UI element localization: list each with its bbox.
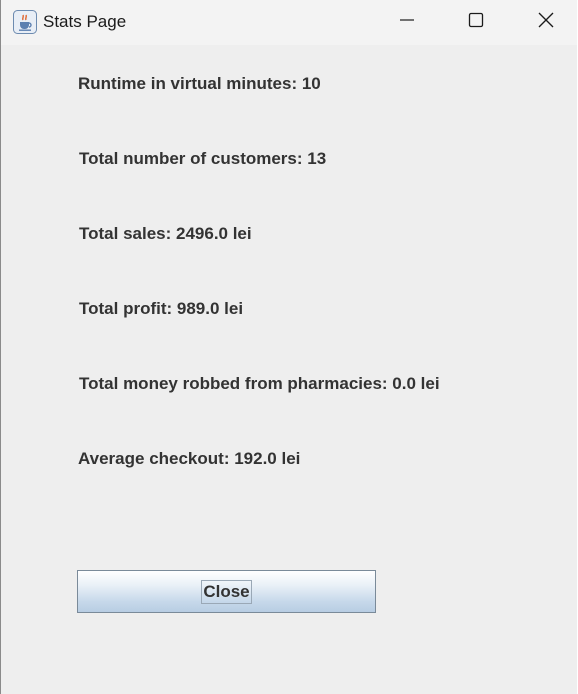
stats-panel: Runtime in virtual minutes: 10 Total num… [1, 45, 577, 694]
minimize-icon [399, 12, 415, 33]
robbed-money-label: Total money robbed from pharmacies: 0.0 … [79, 374, 440, 393]
profit-label: Total profit: 989.0 lei [79, 299, 244, 318]
close-button[interactable]: Close [77, 570, 376, 613]
sales-label: Total sales: 2496.0 lei [79, 224, 252, 243]
close-window-button[interactable] [523, 0, 569, 45]
title-bar[interactable]: Stats Page [1, 0, 577, 45]
java-cup-icon[interactable] [13, 10, 37, 34]
window-title: Stats Page [43, 12, 127, 31]
maximize-button[interactable] [453, 0, 499, 45]
stats-window: Stats Page Runtime in virtual minutes: 1… [0, 0, 577, 694]
close-button-label: Close [201, 579, 252, 604]
maximize-icon [468, 12, 484, 33]
minimize-button[interactable] [384, 0, 430, 45]
runtime-label: Runtime in virtual minutes: 10 [78, 74, 321, 93]
average-checkout-label: Average checkout: 192.0 lei [78, 449, 301, 468]
customers-label: Total number of customers: 13 [79, 149, 327, 168]
close-icon [537, 11, 555, 34]
